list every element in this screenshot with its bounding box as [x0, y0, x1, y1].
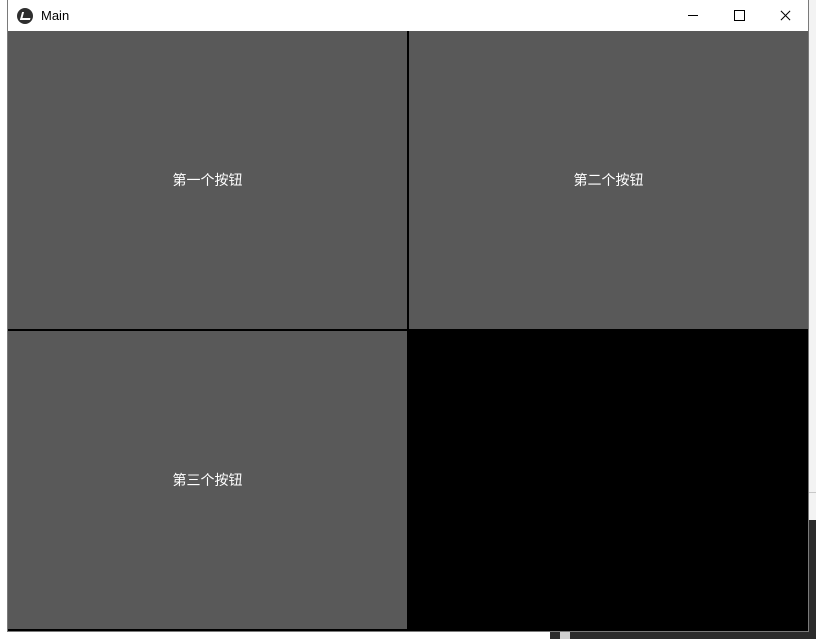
background-bottom-strip — [550, 630, 816, 639]
title-bar[interactable]: Main — [8, 0, 808, 31]
maximize-button[interactable] — [716, 0, 762, 31]
background-divider — [808, 492, 816, 493]
second-button[interactable]: 第二个按钮 — [409, 31, 808, 329]
third-button-label: 第三个按钮 — [172, 473, 243, 489]
background-dark-panel — [808, 520, 816, 639]
minimize-button[interactable] — [670, 0, 716, 31]
close-button[interactable] — [762, 0, 808, 31]
window-controls — [670, 0, 808, 31]
third-button[interactable]: 第三个按钮 — [8, 331, 407, 629]
first-button-label: 第一个按钮 — [172, 173, 243, 189]
first-button[interactable]: 第一个按钮 — [8, 31, 407, 329]
second-button-label: 第二个按钮 — [573, 173, 644, 189]
background-scrollbar — [560, 630, 570, 639]
window-title: Main — [41, 8, 70, 23]
main-window: Main 第一个按钮 第二个按钮 第三个按钮 — [8, 0, 808, 631]
kivy-logo-icon — [17, 7, 33, 24]
grid-layout: 第一个按钮 第二个按钮 第三个按钮 — [8, 31, 808, 631]
